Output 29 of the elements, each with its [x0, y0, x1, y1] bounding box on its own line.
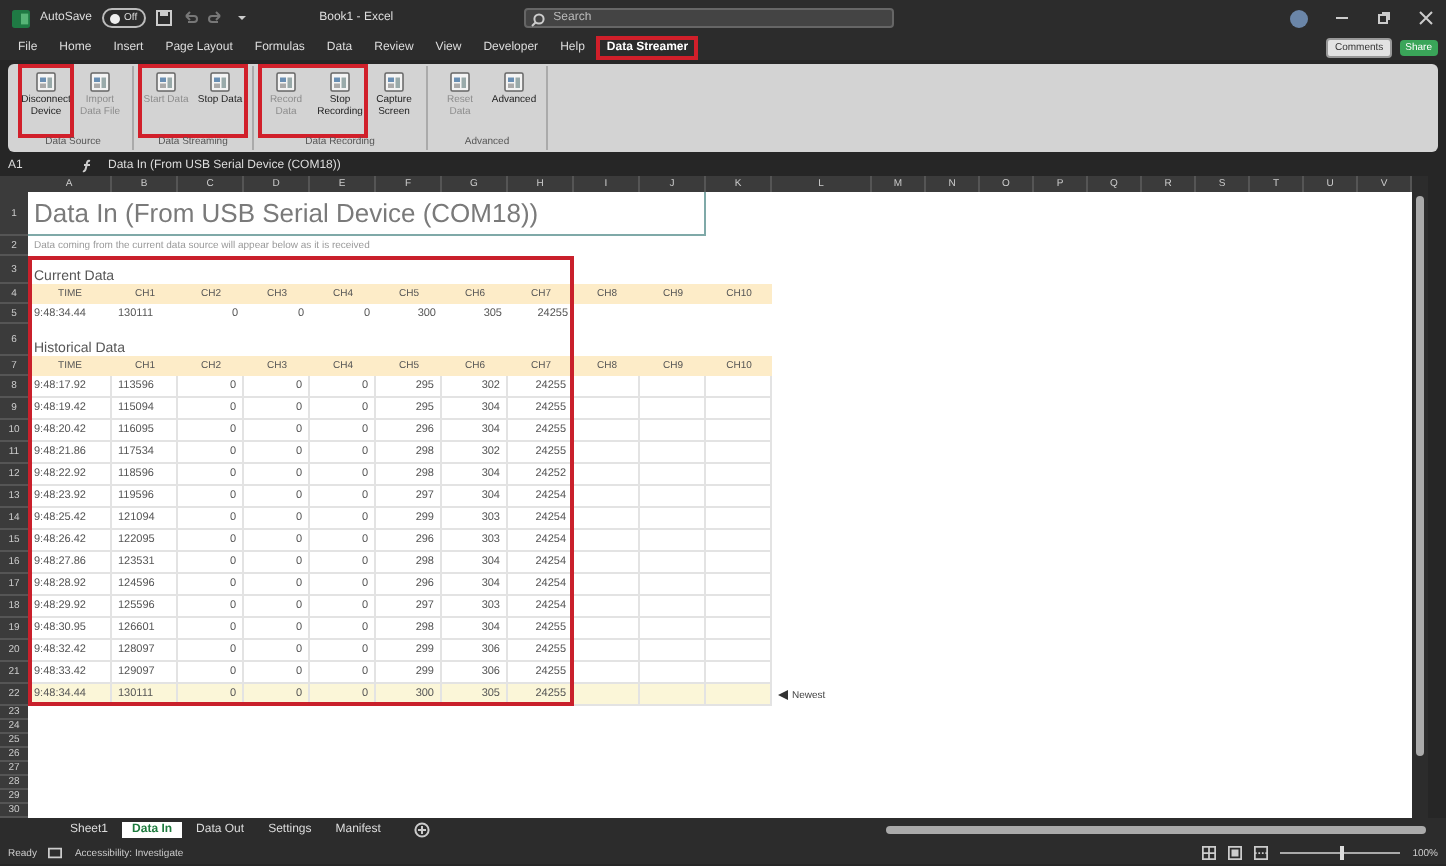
redo-icon[interactable] — [207, 10, 224, 26]
sheet-icon — [448, 70, 472, 94]
sheet-icon — [502, 70, 526, 94]
page-break-icon[interactable] — [1254, 846, 1269, 860]
scrollbar[interactable] — [886, 826, 1426, 834]
avatar-icon[interactable] — [1290, 9, 1308, 27]
undo-icon[interactable] — [181, 10, 198, 26]
caret-icon[interactable] — [233, 10, 250, 26]
sheet-icon — [34, 70, 58, 94]
macro-icon[interactable] — [48, 846, 63, 860]
page-view-icon[interactable] — [1228, 846, 1243, 860]
grid-view-icon[interactable] — [1202, 846, 1217, 860]
sheet-icon — [208, 70, 232, 94]
sheet-icon — [328, 70, 352, 94]
scrollbar[interactable] — [1412, 176, 1428, 818]
sheet-icon — [154, 70, 178, 94]
pointer-icon — [778, 690, 788, 700]
restore-icon[interactable] — [1376, 10, 1392, 26]
slider-thumb[interactable] — [1340, 846, 1345, 860]
search-icon — [529, 12, 546, 28]
sheet-icon — [88, 70, 112, 94]
sheet-icon — [382, 70, 406, 94]
save-icon[interactable] — [155, 10, 172, 26]
close-icon[interactable] — [1418, 10, 1434, 26]
sheet-title: Data In (From USB Serial Device (COM18)) — [28, 192, 706, 236]
function-icon[interactable] — [80, 158, 96, 174]
add-sheet-icon[interactable] — [414, 822, 431, 838]
app-logo-icon — [12, 9, 30, 27]
sheet-icon — [274, 70, 298, 94]
